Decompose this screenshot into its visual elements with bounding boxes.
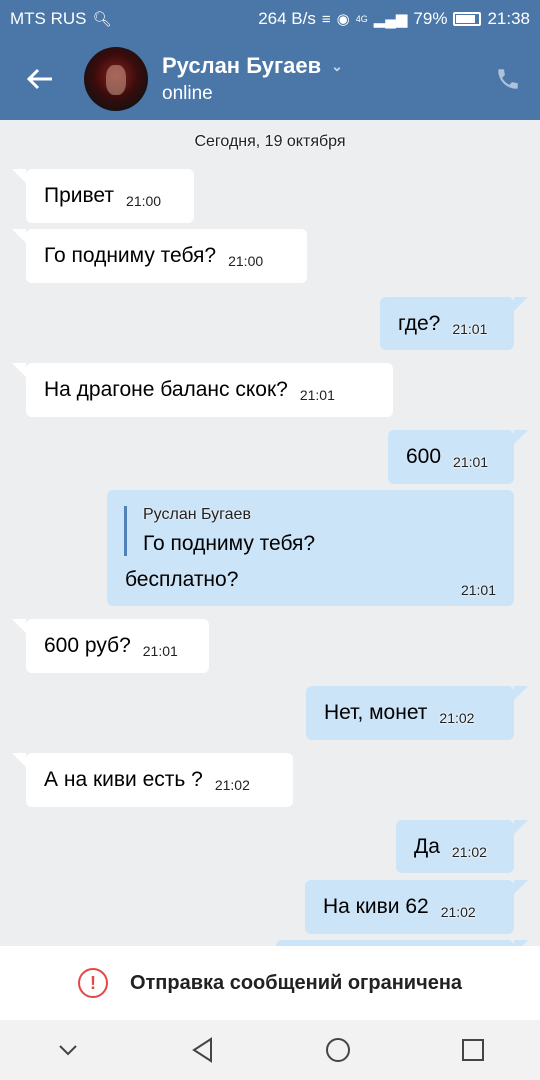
message-time: 21:01 <box>452 320 488 337</box>
quote-bar <box>124 506 127 556</box>
contact-name: Руслан Бугаев <box>162 53 322 78</box>
message-time: 21:02 <box>439 710 475 726</box>
message-text: 600 руб? <box>44 634 131 657</box>
search-icon: 🔍︎ <box>92 11 112 28</box>
incoming-message[interactable]: 600 руб? 21:01 <box>12 619 209 673</box>
avatar[interactable] <box>84 47 148 111</box>
message-text: 600 <box>406 445 442 468</box>
back-arrow-icon[interactable] <box>0 38 80 120</box>
incoming-message[interactable]: А на киви есть ? 21:02 <box>12 753 293 807</box>
message-text: На драгоне баланс скок? <box>44 378 288 401</box>
battery-icon <box>453 12 482 26</box>
phone-icon[interactable] <box>476 66 540 92</box>
message-text: На киви 62 <box>323 895 429 918</box>
date-separator: Сегодня, 19 октября <box>194 133 346 150</box>
status-bar: MTS RUS 🔍︎ 264 B/s ≡ ◉ 4G ▂▄▆ 79% 21:38 <box>0 0 540 38</box>
message-time: 21:02 <box>451 843 487 860</box>
outgoing-message[interactable]: Да 21:02 <box>396 820 528 873</box>
network-type: 4G <box>355 14 368 24</box>
message-time: 21:00 <box>228 253 264 269</box>
message-text: А на киви есть ? <box>44 768 203 791</box>
chat-header: Руслан Бугаев ⌄ online <box>0 38 540 120</box>
outgoing-message[interactable]: На киви 62 21:02 <box>305 880 528 934</box>
clock: 21:38 <box>487 9 530 28</box>
message-time: 21:00 <box>126 193 162 209</box>
message-time: 21:01 <box>299 387 335 403</box>
message-time: 21:01 <box>142 643 178 659</box>
message-text: Да <box>414 834 440 858</box>
signal-icon: ▂▄▆ <box>373 11 408 28</box>
vibrate-icon: ≡ <box>321 10 331 28</box>
quote-author: Руслан Бугаев <box>143 506 251 523</box>
incoming-message[interactable]: На драгоне баланс скок? 21:01 <box>12 363 393 417</box>
message-time: 21:01 <box>453 454 489 470</box>
network-speed: 264 B/s <box>258 9 316 28</box>
outgoing-message[interactable]: где? 21:01 <box>380 297 528 350</box>
restriction-text: Отправка сообщений ограничена <box>129 971 463 994</box>
message-time: 21:02 <box>440 904 476 920</box>
contact-status: online <box>162 83 213 104</box>
outgoing-reply-message[interactable]: Руслан Бугаев Го подниму тебя? бесплатно… <box>107 490 514 606</box>
carrier-label: MTS RUS <box>10 9 87 28</box>
message-text: Привет <box>44 184 115 207</box>
home-circle-icon[interactable] <box>308 1037 368 1063</box>
message-text: где? <box>398 311 441 335</box>
chevron-down-icon: ⌄ <box>331 57 343 74</box>
incoming-message[interactable]: Го подниму тебя? 21:00 <box>12 229 307 283</box>
back-triangle-icon[interactable] <box>173 1037 233 1063</box>
message-text: Нет, монет <box>324 701 428 724</box>
contact-info[interactable]: Руслан Бугаев ⌄ online <box>162 53 476 105</box>
incoming-message[interactable]: Привет 21:00 <box>12 169 194 223</box>
outgoing-message[interactable]: 600 21:01 <box>388 430 528 484</box>
system-nav-bar <box>0 1020 540 1080</box>
chevron-down-icon[interactable] <box>38 1044 98 1056</box>
eye-icon: ◉ <box>336 11 350 28</box>
outgoing-message[interactable]: Нет, монет 21:02 <box>306 686 528 740</box>
message-time: 21:01 <box>460 582 496 598</box>
quote-text: Го подниму тебя? <box>143 532 316 555</box>
messaging-restricted-bar: ! Отправка сообщений ограничена <box>0 946 540 1020</box>
battery-percent: 79% <box>413 9 448 28</box>
recents-square-icon[interactable] <box>443 1038 503 1062</box>
message-text: Го подниму тебя? <box>44 244 217 267</box>
message-text: бесплатно? <box>125 568 239 591</box>
message-time: 21:02 <box>214 777 250 793</box>
warning-icon: ! <box>77 968 108 998</box>
